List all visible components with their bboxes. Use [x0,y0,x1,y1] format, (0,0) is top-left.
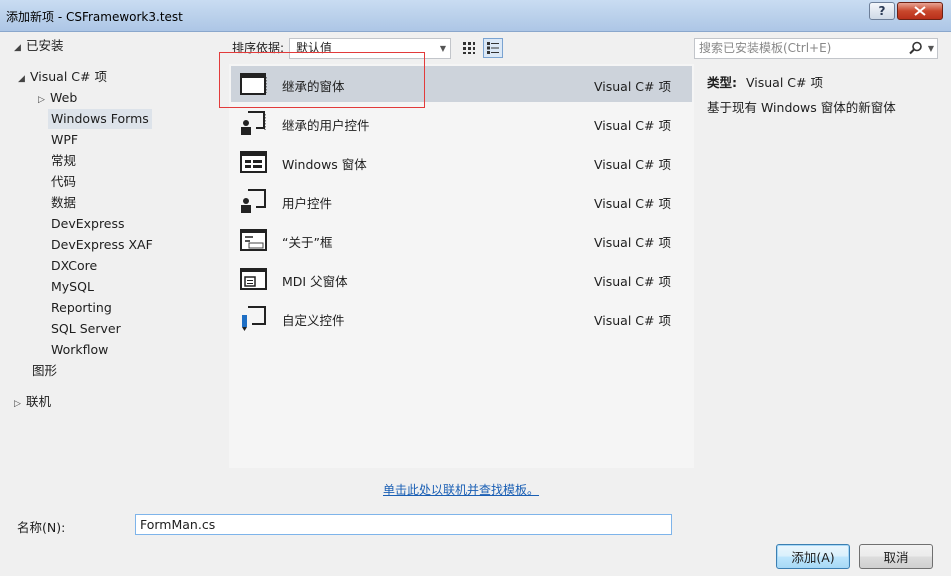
category-tree: ◢ 已安装 ◢ Visual C# 项 ▷ Web Windows Forms WPF… [0,33,228,508]
template-row-custom-control[interactable]: 自定义控件 Visual C# 项 [231,300,692,336]
tree-item-sql-server[interactable]: SQL Server [51,319,121,339]
tree-item-devexpress-xaf[interactable]: DevExpress XAF [51,235,153,255]
grid-view-button[interactable] [459,38,479,58]
details-description: 基于现有 Windows 窗体的新窗体 [707,100,896,115]
tree-item-windows-forms[interactable]: Windows Forms [48,109,152,129]
tree-item-general[interactable]: 常规 [51,151,76,171]
online-templates-link[interactable]: 单击此处以联机并查找模板。 [383,481,539,498]
tree-item-code[interactable]: 代码 [51,172,76,192]
close-button[interactable] [897,2,943,20]
name-field[interactable]: FormMan.cs [135,514,672,535]
tree-item-dxcore[interactable]: DXCore [51,256,97,276]
chevron-down-icon[interactable]: ▼ [928,39,934,58]
tree-item-visual-csharp[interactable]: ◢ Visual C# 项 [18,67,107,87]
tree-item-reporting[interactable]: Reporting [51,298,112,318]
tree-item-graphics[interactable]: 图形 [32,361,57,381]
inherited-form-icon [240,71,268,97]
template-row-inherited-form[interactable]: 继承的窗体 Visual C# 项 [231,66,692,102]
add-button[interactable]: 添加(A) [776,544,850,569]
tree-item-online[interactable]: ▷ 联机 [14,392,51,412]
search-placeholder: 搜索已安装模板(Ctrl+E) [699,41,832,55]
sort-label: 排序依据: [232,41,285,55]
template-row-mdi-parent-form[interactable]: MDI 父窗体 Visual C# 项 [231,261,692,297]
tree-item-wpf[interactable]: WPF [51,130,78,150]
search-icon[interactable] [909,41,923,55]
name-field-value: FormMan.cs [140,517,216,532]
help-icon: ? [878,4,886,18]
about-box-icon [240,227,268,253]
help-button[interactable]: ? [869,2,895,20]
expand-arrow-icon[interactable]: ◢ [14,38,26,58]
windows-form-icon [240,149,268,175]
search-input[interactable]: 搜索已安装模板(Ctrl+E) ▼ [694,38,938,59]
template-row-about-box[interactable]: “关于”框 Visual C# 项 [231,222,692,258]
name-label: 名称(N): [17,520,66,535]
cancel-button[interactable]: 取消 [859,544,933,569]
title-bar: 添加新项 - CSFramework3.test ? [0,0,951,32]
template-row-user-control[interactable]: 用户控件 Visual C# 项 [231,183,692,219]
collapse-arrow-icon[interactable]: ▷ [38,90,50,110]
sort-dropdown[interactable]: 默认值 ▼ [289,38,451,59]
tree-item-workflow[interactable]: Workflow [51,340,108,360]
list-view-button[interactable] [483,38,503,58]
tree-item-data[interactable]: 数据 [51,193,76,213]
collapse-arrow-icon[interactable]: ▷ [14,394,26,414]
window-title: 添加新项 - CSFramework3.test [6,10,183,24]
inherited-user-control-icon [240,110,268,136]
template-row-inherited-user-control[interactable]: 继承的用户控件 Visual C# 项 [231,105,692,141]
details-type-label: 类型: [707,75,737,90]
grid-view-icon [463,42,475,54]
expand-arrow-icon[interactable]: ◢ [18,69,30,89]
tree-item-installed[interactable]: ◢ 已安装 [14,36,64,56]
list-view-icon [487,42,499,54]
template-row-windows-form[interactable]: Windows 窗体 Visual C# 项 [231,144,692,180]
user-control-icon [240,188,268,214]
tree-item-mysql[interactable]: MySQL [51,277,94,297]
custom-control-icon [240,305,268,331]
sort-dropdown-value: 默认值 [296,41,333,55]
chevron-down-icon: ▼ [439,44,446,53]
close-icon [914,6,926,16]
details-type-value: Visual C# 项 [746,75,823,90]
mdi-parent-form-icon [240,266,268,292]
tree-item-web[interactable]: ▷ Web [38,88,77,108]
tree-item-devexpress[interactable]: DevExpress [51,214,125,234]
